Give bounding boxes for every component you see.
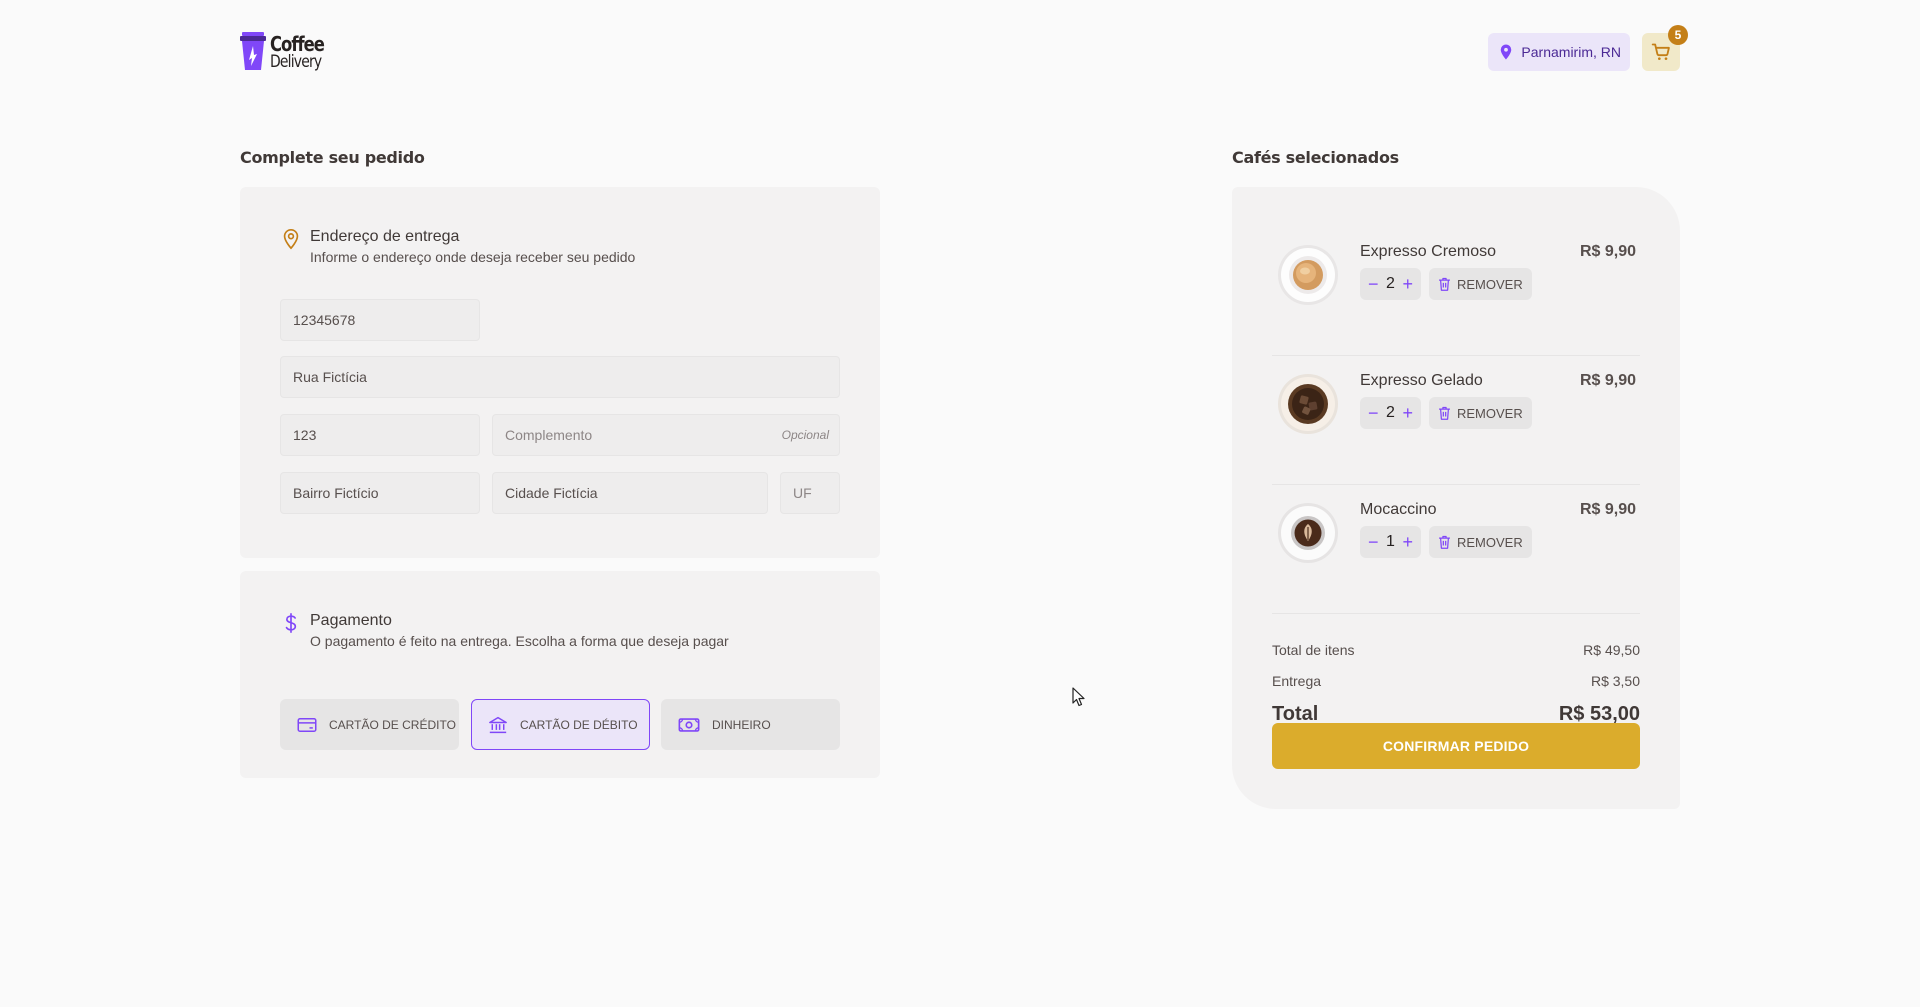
complement-input[interactable]: Complemento Opcional <box>492 414 840 456</box>
state-input[interactable]: UF <box>780 472 840 514</box>
neighborhood-input[interactable]: Bairro Fictício <box>280 472 480 514</box>
cart-item: Expresso Cremoso R$ 9,90 − 2 + REMOVER <box>1272 227 1640 356</box>
complement-placeholder: Complemento <box>505 427 593 443</box>
cep-input[interactable]: 12345678 <box>280 299 480 341</box>
payment-debit-label: CARTÃO DE DÉBITO <box>520 717 638 732</box>
cart-count-badge: 5 <box>1668 25 1688 45</box>
street-input[interactable]: Rua Fictícia <box>280 356 840 398</box>
remove-label: REMOVER <box>1457 405 1523 421</box>
payment-subheading: O pagamento é feito na entrega. Escolha … <box>310 633 729 649</box>
city-input[interactable]: Cidade Fictícia <box>492 472 768 514</box>
item-price: R$ 9,90 <box>1579 372 1636 389</box>
optional-label: Opcional <box>781 428 829 442</box>
payment-debit-card-button[interactable]: CARTÃO DE DÉBITO <box>471 699 650 750</box>
brand-name-line1: Coffee <box>270 32 325 56</box>
cart-button[interactable]: 5 <box>1642 25 1688 71</box>
dollar-sign-icon <box>285 613 297 633</box>
plus-icon[interactable]: + <box>1402 275 1413 293</box>
money-icon <box>678 717 700 732</box>
items-total-label: Total de itens <box>1272 642 1355 658</box>
checkout-title: Complete seu pedido <box>240 148 425 167</box>
header: Coffee Delivery Parnamirim, RN 5 <box>240 25 1688 74</box>
number-input[interactable]: 123 <box>280 414 480 456</box>
minus-icon[interactable]: − <box>1368 404 1379 422</box>
order-totals: Total de itens R$ 49,50 Entrega R$ 3,50 … <box>1272 614 1640 725</box>
item-quantity: 1 <box>1386 533 1395 550</box>
remove-button[interactable]: REMOVER <box>1429 397 1532 429</box>
cart-title: Cafés selecionados <box>1232 148 1399 167</box>
brand-name-line2: Delivery <box>270 52 322 72</box>
plus-icon[interactable]: + <box>1402 533 1413 551</box>
quantity-stepper: − 2 + <box>1360 268 1421 300</box>
credit-card-icon <box>297 717 317 732</box>
payment-cash-label: DINHEIRO <box>712 717 771 732</box>
cart-item: Expresso Gelado R$ 9,90 − 2 + REMOVER <box>1272 356 1640 485</box>
expresso-gelado-image <box>1278 374 1338 434</box>
minus-icon[interactable]: − <box>1368 533 1379 551</box>
item-quantity: 2 <box>1386 275 1395 292</box>
item-name: Expresso Cremoso <box>1360 243 1497 260</box>
item-name: Expresso Gelado <box>1360 372 1483 389</box>
quantity-stepper: − 2 + <box>1360 397 1421 429</box>
mocaccino-image <box>1278 503 1338 563</box>
remove-button[interactable]: REMOVER <box>1429 268 1532 300</box>
map-pin-icon <box>1501 44 1512 60</box>
location-badge[interactable]: Parnamirim, RN <box>1488 33 1630 71</box>
remove-label: REMOVER <box>1457 276 1523 292</box>
delivery-row: Entrega R$ 3,50 <box>1272 673 1640 689</box>
remove-label: REMOVER <box>1457 534 1523 550</box>
map-pin-outline-icon <box>283 229 299 250</box>
coffee-cup-logo-icon <box>240 32 266 70</box>
trash-icon <box>1439 277 1450 291</box>
payment-cash-button[interactable]: DINHEIRO <box>661 699 840 750</box>
payment-card: Pagamento O pagamento é feito na entrega… <box>240 571 880 778</box>
address-header: Endereço de entrega Informe o endereço o… <box>280 227 635 267</box>
delivery-value: R$ 3,50 <box>1590 673 1640 689</box>
payment-credit-label: CARTÃO DE CRÉDITO <box>329 717 456 732</box>
address-heading: Endereço de entrega <box>310 228 460 245</box>
cart-item: Mocaccino R$ 9,90 − 1 + REMOVER <box>1272 485 1640 614</box>
minus-icon[interactable]: − <box>1368 275 1379 293</box>
delivery-label: Entrega <box>1272 673 1322 689</box>
items-total-value: R$ 49,50 <box>1583 642 1640 658</box>
remove-button[interactable]: REMOVER <box>1429 526 1532 558</box>
brand-logo[interactable]: Coffee Delivery <box>240 30 336 74</box>
payment-credit-card-button[interactable]: CARTÃO DE CRÉDITO <box>280 699 459 750</box>
mouse-cursor-icon <box>1072 687 1085 707</box>
address-subheading: Informe o endereço onde deseja receber s… <box>310 249 636 265</box>
shopping-cart-icon <box>1651 43 1670 60</box>
item-quantity: 2 <box>1386 404 1395 421</box>
items-total-row: Total de itens R$ 49,50 <box>1272 642 1640 658</box>
address-card: Endereço de entrega Informe o endereço o… <box>240 187 880 558</box>
expresso-cremoso-image <box>1278 245 1338 305</box>
location-text: Parnamirim, RN <box>1521 44 1621 60</box>
bank-icon <box>489 716 507 733</box>
trash-icon <box>1439 535 1450 549</box>
payment-header: Pagamento O pagamento é feito na entrega… <box>280 611 729 651</box>
trash-icon <box>1439 406 1450 420</box>
item-price: R$ 9,90 <box>1579 501 1636 518</box>
confirm-order-button[interactable]: CONFIRMAR PEDIDO <box>1272 723 1640 769</box>
payment-heading: Pagamento <box>310 612 392 629</box>
order-summary: Expresso Cremoso R$ 9,90 − 2 + REMOVER E… <box>1232 187 1680 809</box>
plus-icon[interactable]: + <box>1402 404 1413 422</box>
item-name: Mocaccino <box>1360 501 1437 518</box>
quantity-stepper: − 1 + <box>1360 526 1421 558</box>
item-price: R$ 9,90 <box>1579 243 1636 260</box>
